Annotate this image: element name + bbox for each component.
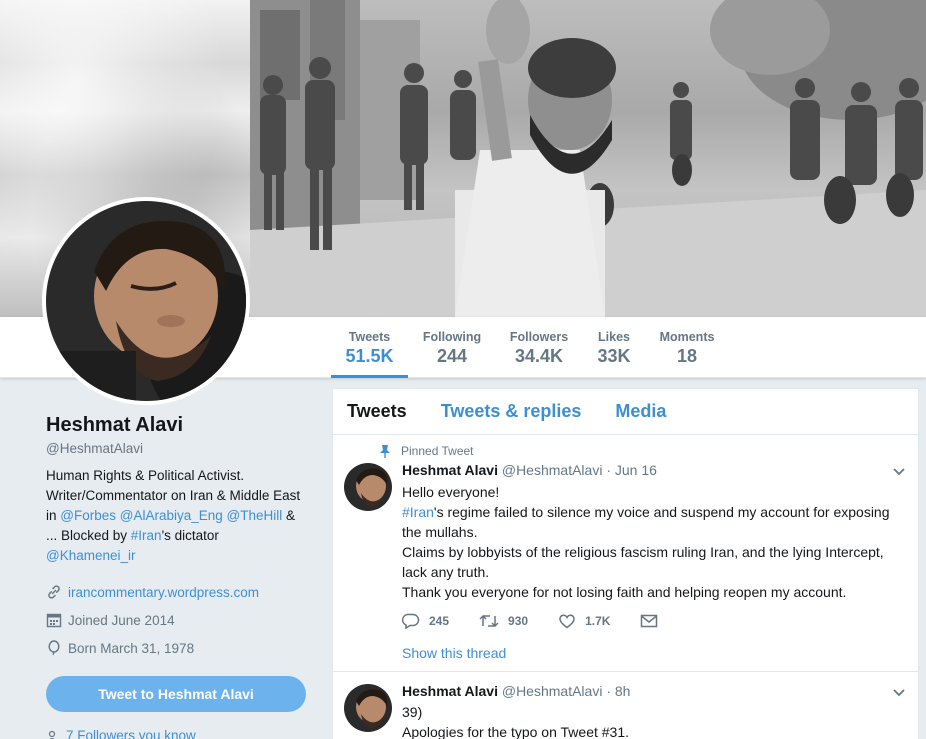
stat-value: 33K [597,346,631,366]
reply-action[interactable]: 245 [402,613,449,629]
stat-label: Moments [659,330,715,344]
stat-followers[interactable]: Followers 34.4K [505,317,573,378]
tweet-line: Hello everyone! [402,484,500,500]
bio-mention-khamenei[interactable]: @Khamenei_ir [46,548,136,563]
bio-mention-alarabiya[interactable]: @AlArabiya_Eng [120,508,223,523]
pin-icon [380,445,390,458]
tweet-avatar[interactable] [344,463,392,511]
stat-label: Followers [509,330,569,344]
heart-icon [559,614,575,629]
retweet-action[interactable]: 930 [479,613,528,629]
retweet-icon [479,614,499,628]
link-icon [48,585,60,599]
tweet-timestamp[interactable]: · 8h [606,683,630,699]
tweet-author-name[interactable]: Heshmat Alavi [402,683,498,699]
message-action[interactable] [640,614,667,628]
person-icon [48,731,56,739]
tweet-item[interactable]: Heshmat Alavi @HeshmatAlavi · 8h 39) Apo… [333,672,918,739]
pinned-label: Pinned Tweet [401,444,474,458]
tweet-line: Claims by lobbyists of the religious fas… [402,544,884,580]
stat-tweets[interactable]: Tweets 51.5K [331,317,408,378]
stat-label: Tweets [348,330,391,344]
balloon-icon [48,640,60,656]
tweet-avatar[interactable] [344,684,392,732]
pinned-indicator: Pinned Tweet [379,444,474,458]
like-count: 1.7K [585,614,611,628]
profile-name[interactable]: Heshmat Alavi [46,414,316,437]
tweet-author-handle[interactable]: @HeshmatAlavi [502,683,603,699]
profile-joined: Joined June 2014 [46,606,316,634]
tweet-author-handle[interactable]: @HeshmatAlavi [502,462,603,478]
profile-website: irancommentary.wordpress.com [46,578,316,606]
tweet-header: Heshmat Alavi @HeshmatAlavi · 8h [402,683,630,699]
chevron-down-icon [893,468,905,476]
reply-icon [402,613,420,629]
reply-count: 245 [429,614,450,628]
tweet-pinned[interactable]: Pinned Tweet Heshmat Alavi @HeshmatAlavi… [333,435,918,672]
profile-card: Heshmat Alavi @HeshmatAlavi Human Rights… [46,414,316,662]
tweet-text: 39) Apologies for the typo on Tweet #31. [402,702,907,739]
tweet-to-button[interactable]: Tweet to Heshmat Alavi [46,676,306,712]
followers-you-know-label: 7 Followers you know [66,728,196,739]
tweet-header: Heshmat Alavi @HeshmatAlavi · Jun 16 [402,462,657,478]
stat-following[interactable]: Following 244 [418,317,486,378]
stat-label: Following [422,330,482,344]
retweet-count: 930 [508,614,529,628]
tab-media[interactable]: Media [615,401,666,422]
profile-born: Born March 31, 1978 [46,634,316,662]
chevron-down-icon [893,689,905,697]
tab-tweets-replies[interactable]: Tweets & replies [441,401,582,422]
joined-date: Joined June 2014 [68,612,175,628]
stat-value: 18 [676,346,698,366]
profile-handle[interactable]: @HeshmatAlavi [46,441,316,456]
message-icon [641,614,658,628]
bio-mention-thehill[interactable]: @TheHill [227,508,283,523]
website-link[interactable]: irancommentary.wordpress.com [68,585,259,600]
tweet-actions: 245 930 1.7K [402,613,697,629]
profile-bio: Human Rights & Political Activist. Write… [46,466,308,566]
banner-photo [250,0,926,317]
tweet-text: Hello everyone! #Iran's regime failed to… [402,482,907,602]
profile-avatar[interactable] [42,197,250,405]
bio-mention-forbes[interactable]: @Forbes [60,508,116,523]
bio-text: 's dictator [161,528,219,543]
timeline-tabs: Tweets Tweets & replies Media [333,389,918,435]
stat-value: 244 [436,346,468,366]
show-thread-link[interactable]: Show this thread [402,645,506,661]
timeline: Tweets Tweets & replies Media Pinned Twe… [332,388,919,739]
tweet-line: #Iran's regime failed to silence my voic… [402,502,907,542]
tweet-timestamp[interactable]: · Jun 16 [606,462,657,478]
tweet-hashtag[interactable]: #Iran [402,504,434,520]
stat-label: Likes [598,330,630,344]
birth-date: Born March 31, 1978 [68,640,195,656]
tweet-menu[interactable] [892,685,906,703]
profile-meta: irancommentary.wordpress.com Joined June… [46,578,316,662]
tab-tweets[interactable]: Tweets [347,401,407,422]
tweet-line: 39) [402,704,423,720]
bio-hashtag-iran[interactable]: #Iran [131,528,162,543]
calendar-icon [46,613,62,628]
tweet-line: Thank you everyone for not losing faith … [402,584,847,600]
tweet-menu[interactable] [892,464,906,482]
followers-you-know[interactable]: 7 Followers you know [46,728,196,739]
stat-value: 34.4K [514,346,564,366]
tweet-author-name[interactable]: Heshmat Alavi [402,462,498,478]
tweet-line-text: 's regime failed to silence my voice and… [402,504,890,540]
like-action[interactable]: 1.7K [558,613,610,629]
tweet-line: Apologies for the typo on Tweet #31. [402,724,630,739]
stat-likes[interactable]: Likes 33K [591,317,637,378]
stat-value: 51.5K [345,346,394,366]
stat-moments[interactable]: Moments 18 [656,317,718,378]
